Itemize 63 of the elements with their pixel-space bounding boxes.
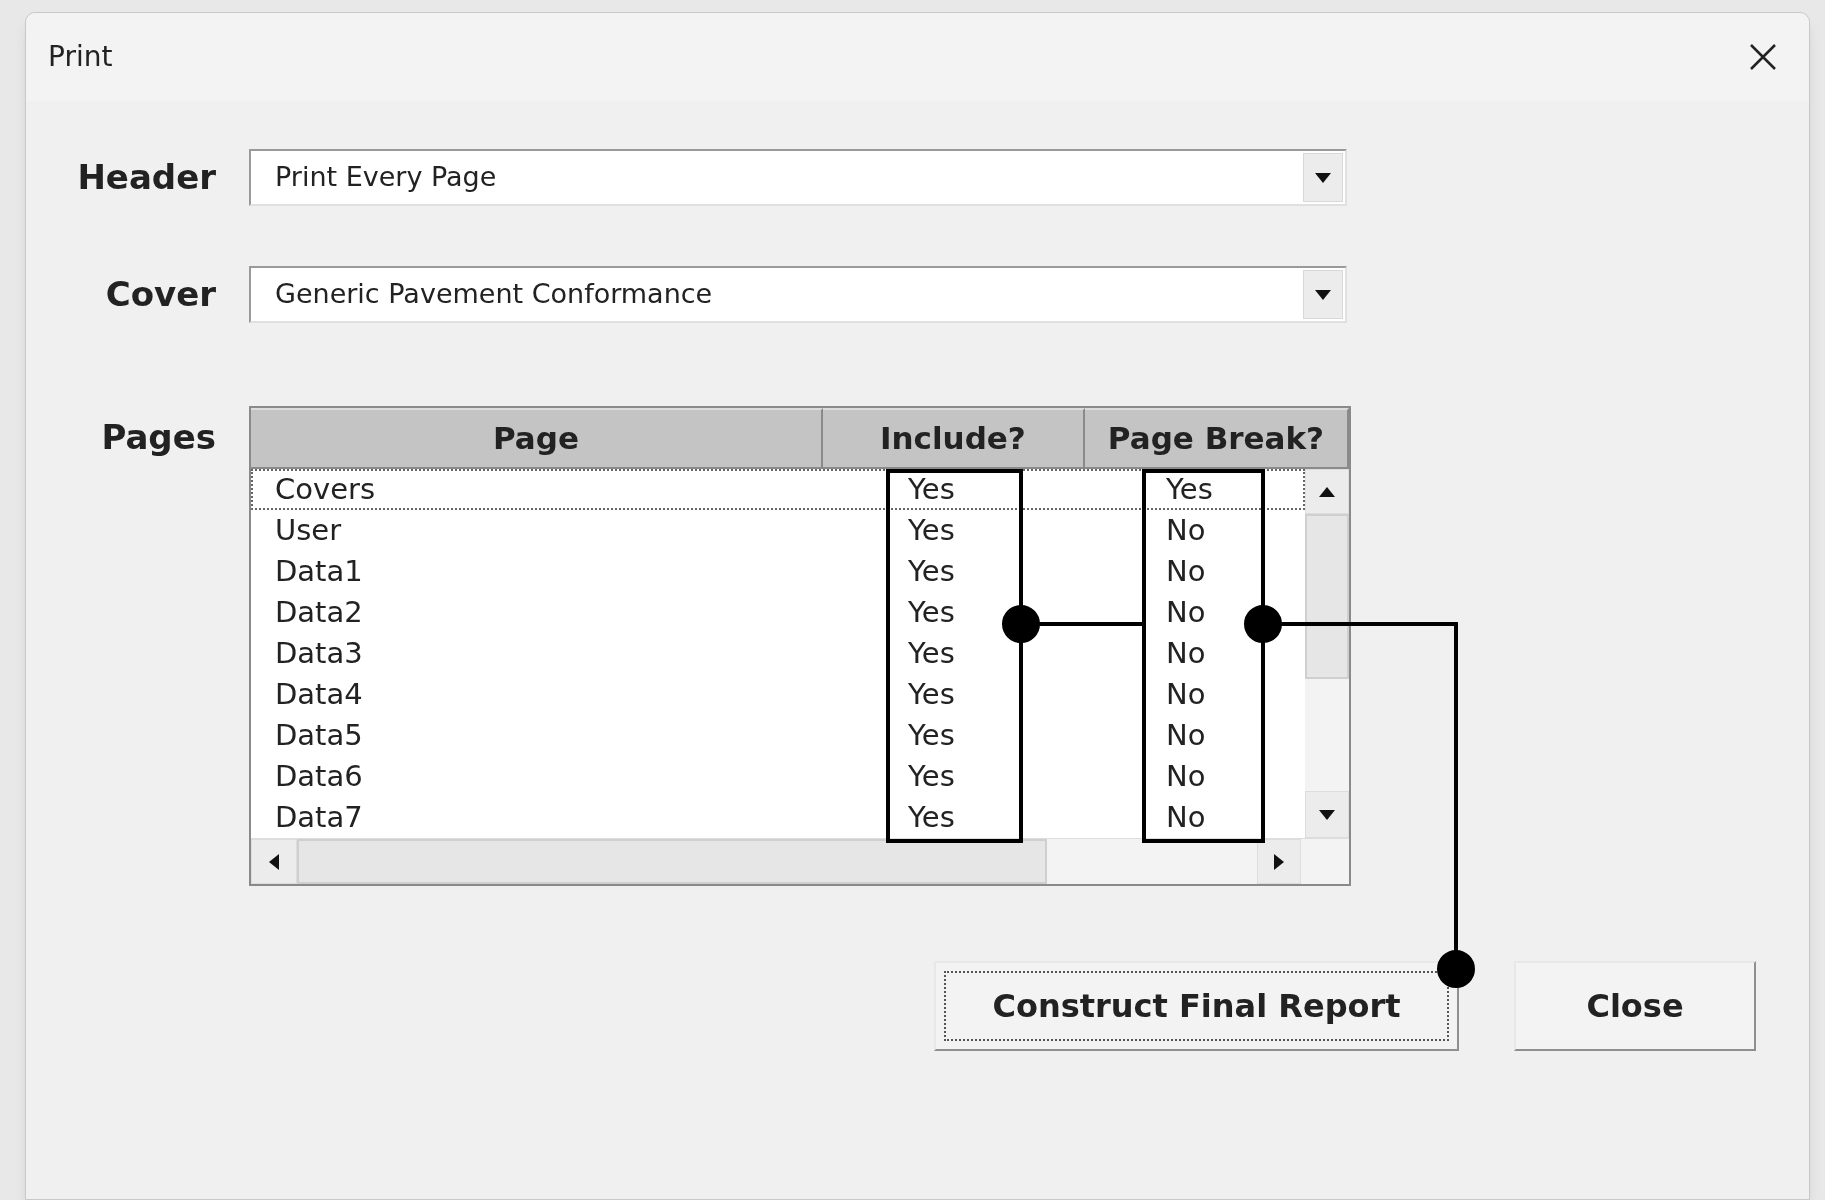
dropdown-button[interactable] (1303, 153, 1343, 202)
table-row[interactable]: Data6 Yes No (251, 756, 1305, 797)
column-header[interactable]: Page (251, 408, 823, 469)
column-header[interactable]: Include? (822, 408, 1085, 469)
table-cell-text: No (1165, 511, 1207, 549)
field-label: Header (76, 156, 216, 199)
table-cell-text: Yes (907, 798, 956, 836)
dropdown-field[interactable]: Generic Pavement Conformance (249, 266, 1347, 323)
table-cell-text: Data2 (274, 593, 364, 631)
down-triangle-icon (1315, 172, 1331, 183)
table-cell-text: No (1165, 716, 1207, 754)
table-cell-text: Yes (907, 675, 956, 713)
table-cell-text: Yes (907, 634, 956, 672)
table-cell-text: No (1165, 552, 1207, 590)
table-cell-text: Data5 (274, 716, 364, 754)
table-cell-text: Data3 (274, 634, 364, 672)
right-triangle-icon (1274, 853, 1284, 870)
table-row[interactable]: Covers Yes Yes (251, 469, 1305, 510)
table-cell-text: Covers (274, 470, 377, 508)
up-triangle-icon (1319, 486, 1335, 497)
table-row[interactable]: Data4 Yes No (251, 674, 1305, 715)
table-cell-text: Data6 (274, 757, 364, 795)
column-header[interactable]: Page Break? (1084, 408, 1349, 469)
scroll-thumb[interactable] (1305, 514, 1349, 679)
table-cell-text: No (1165, 634, 1207, 672)
table-cell-text: Yes (907, 552, 956, 590)
table-cell-text: No (1165, 593, 1207, 631)
table-cell-text: No (1165, 675, 1207, 713)
vertical-scrollbar[interactable] (1305, 469, 1349, 838)
dialog-button[interactable]: Construct Final Report (934, 961, 1459, 1051)
table-cell-text: Data1 (274, 552, 364, 590)
table-cell-text: No (1165, 757, 1207, 795)
scroll-down-button[interactable] (1305, 791, 1349, 838)
table-row[interactable]: Data1 Yes No (251, 551, 1305, 592)
table-cell-text: Yes (907, 757, 956, 795)
table-cell-text: Yes (907, 593, 956, 631)
table-row[interactable]: Data7 Yes No (251, 797, 1305, 838)
scroll-right-button[interactable] (1257, 839, 1301, 884)
dialog-button[interactable]: Close (1514, 961, 1756, 1051)
pages-label: Pages (100, 416, 216, 459)
table-row[interactable]: Data2 Yes No (251, 592, 1305, 633)
scroll-left-button[interactable] (251, 839, 297, 884)
table-cell-text: Data4 (274, 675, 364, 713)
table-cell-text: Yes (1165, 470, 1214, 508)
table-row[interactable]: Data5 Yes No (251, 715, 1305, 756)
left-triangle-icon (269, 853, 279, 870)
scroll-up-button[interactable] (1305, 469, 1349, 514)
table-cell-text: Yes (907, 470, 956, 508)
table-cell-text: Yes (907, 511, 956, 549)
dropdown-field[interactable]: Print Every Page (249, 149, 1347, 206)
horizontal-scroll-thumb[interactable] (297, 839, 1047, 884)
field-label: Cover (104, 273, 216, 316)
window-title: Print (48, 39, 113, 75)
close-icon[interactable] (1749, 43, 1777, 71)
table-cell-text: Yes (907, 716, 956, 754)
dropdown-button[interactable] (1303, 270, 1343, 319)
table-row[interactable]: Data3 Yes No (251, 633, 1305, 674)
down-triangle-icon (1319, 809, 1335, 820)
table-row[interactable]: User Yes No (251, 510, 1305, 551)
table-cell-text: User (274, 511, 343, 549)
table-cell-text: No (1165, 798, 1207, 836)
table-cell-text: Data7 (274, 798, 364, 836)
down-triangle-icon (1315, 289, 1331, 300)
